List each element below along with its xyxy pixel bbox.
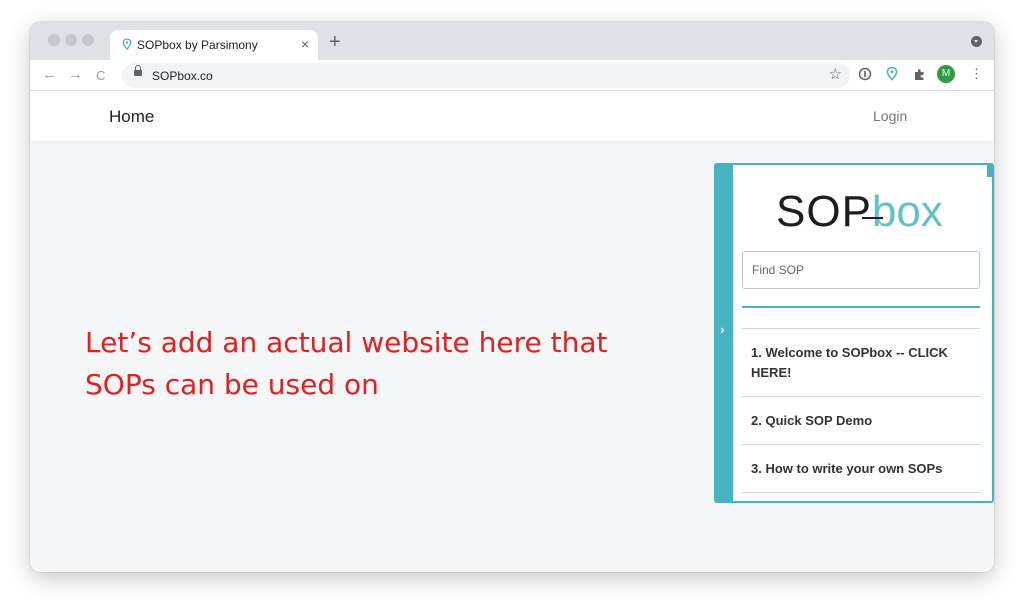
sopbox-extension-icon[interactable] — [886, 66, 898, 81]
url-text[interactable]: SOPbox.co — [152, 69, 213, 83]
sop-list-item[interactable]: 2. Quick SOP Demo — [742, 396, 980, 444]
tab-search-icon[interactable] — [971, 36, 982, 47]
bookmark-star-icon[interactable]: ☆ — [829, 66, 842, 84]
new-tab-button[interactable]: + — [329, 32, 341, 52]
logo-box-text: box — [871, 187, 943, 236]
tab-bar: SOPbox by Parsimony × + — [30, 22, 994, 60]
address-bar[interactable]: SOPbox.co ☆ — [122, 63, 850, 88]
tab-title: SOPbox by Parsimony — [137, 38, 258, 52]
maximize-window-button[interactable] — [82, 34, 94, 46]
collapse-panel-handle[interactable]: › — [716, 165, 733, 501]
sopbox-panel: › SOPbox 1. Welcome to SOPbox -- CLICK H… — [714, 163, 994, 503]
sopbox-favicon-icon — [122, 38, 132, 50]
browser-window: SOPbox by Parsimony × + ← → C SOPbox.co … — [30, 22, 994, 572]
tab-sopbox[interactable]: SOPbox by Parsimony × — [110, 30, 318, 60]
panel-scrollbar[interactable] — [987, 165, 992, 177]
back-icon[interactable]: ← — [42, 65, 57, 85]
forward-icon[interactable]: → — [68, 65, 83, 85]
lock-icon — [134, 65, 142, 76]
sopbox-logo: SOPbox — [776, 187, 943, 237]
logo-macron-mark — [862, 217, 883, 219]
sop-list: 1. Welcome to SOPbox -- CLICK HERE! 2. Q… — [742, 328, 980, 493]
sop-list-item[interactable]: 1. Welcome to SOPbox -- CLICK HERE! — [742, 328, 980, 396]
close-tab-icon[interactable]: × — [301, 36, 309, 52]
onepassword-extension-icon[interactable] — [858, 67, 872, 81]
browser-toolbar: ← → C SOPbox.co ☆ M ⋮ — [30, 60, 994, 90]
nav-home-link[interactable]: Home — [109, 107, 154, 127]
chevron-right-icon: › — [720, 322, 725, 337]
find-sop-input[interactable] — [742, 251, 980, 289]
profile-avatar[interactable]: M — [937, 65, 955, 83]
sop-list-item[interactable]: 3. How to write your own SOPs — [742, 444, 980, 493]
search-divider — [742, 306, 980, 308]
annotation-note: Let’s add an actual website here that SO… — [85, 326, 608, 401]
logo-sop-text: SOP — [776, 187, 872, 236]
nav-login-link[interactable]: Login — [873, 108, 907, 124]
reload-icon[interactable]: C — [96, 66, 105, 86]
extensions-puzzle-icon[interactable] — [913, 68, 926, 81]
browser-menu-icon[interactable]: ⋮ — [970, 66, 983, 82]
site-navbar: Home Login — [30, 90, 994, 141]
close-window-button[interactable] — [48, 34, 60, 46]
minimize-window-button[interactable] — [65, 34, 77, 46]
